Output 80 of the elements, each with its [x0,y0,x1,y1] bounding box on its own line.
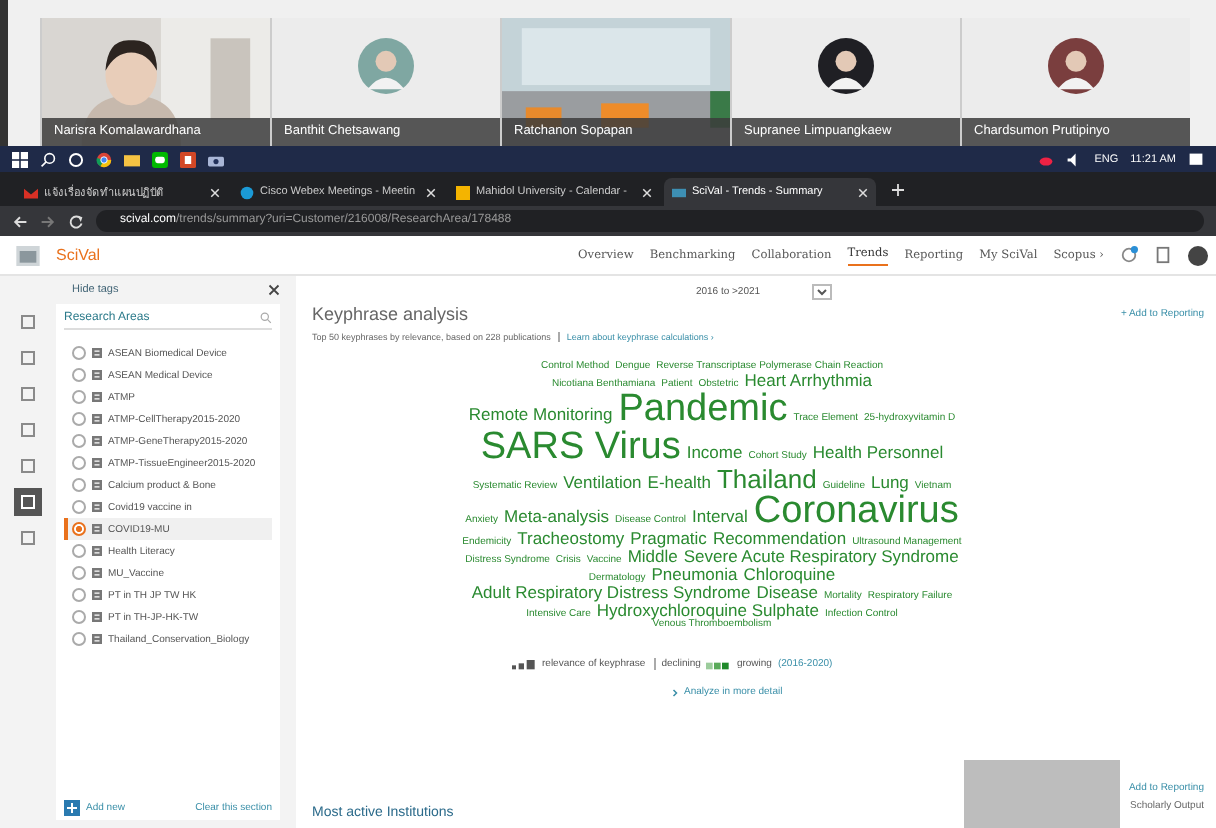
radio-button[interactable] [72,412,86,426]
keyphrase[interactable]: E-health [647,474,711,491]
tag-icon [92,458,102,468]
radio-button[interactable] [72,544,86,558]
keyphrase[interactable]: Coronavirus [753,492,959,530]
radio-button[interactable] [72,500,86,514]
slides-icon[interactable] [180,151,196,167]
tag-icon [92,612,102,622]
keyphrase[interactable]: Tracheostomy [517,530,625,547]
keyphrase[interactable]: Income [686,444,743,461]
back-icon[interactable] [12,213,28,229]
keyphrase[interactable]: Ventilation [563,474,642,491]
keyphrase[interactable]: Meta-analysis [504,508,609,525]
favicon-icon [672,185,686,199]
tag-icon [92,392,102,402]
radio-button[interactable] [72,346,86,360]
windows-icon[interactable] [12,151,28,167]
tag-icon [92,568,102,578]
avatar [358,38,414,94]
keyphrase[interactable]: SARS Virus [480,428,681,466]
keyphrase[interactable]: Adult Respiratory Distress Syndrome [471,584,751,601]
keyphrase[interactable]: Disease [756,584,818,601]
keyphrase[interactable]: Pneumonia [651,566,738,583]
tag-icon [92,436,102,446]
favicon-icon [24,185,38,199]
keyphrase[interactable]: Thailand [716,466,817,492]
tag-icon [92,546,102,556]
favicon-icon [240,185,254,199]
radio-button[interactable] [72,522,86,536]
search-icon[interactable] [40,151,56,167]
radio-button[interactable] [72,610,86,624]
tag-icon [92,502,102,512]
forward-icon[interactable] [40,213,56,229]
keyphrase[interactable]: Chloroquine [743,566,836,583]
section-heading: Keyphrase analysis [312,304,469,324]
keyphrase[interactable]: Health Personnel [812,444,944,461]
radio-button[interactable] [72,632,86,646]
keyphrase[interactable]: Heart Arrhythmia [744,372,873,389]
keyphrase[interactable]: Pandemic [618,390,788,428]
keyphrase[interactable]: Remote Monitoring [468,406,613,423]
camera-icon[interactable] [208,151,224,167]
tag-icon [92,634,102,644]
chat-icon[interactable] [152,151,168,167]
circle-icon[interactable] [68,151,84,167]
avatar [818,38,874,94]
new-tab-icon[interactable] [892,184,904,196]
color-scale-icon [706,658,731,670]
avatar [1048,38,1104,94]
keyphrase[interactable]: Interval [692,508,748,525]
keyphrase[interactable]: Pragmatic [630,530,707,547]
close-icon[interactable] [268,284,280,296]
tag-icon [92,414,102,424]
keyphrase[interactable]: Lung [870,474,909,491]
favicon-icon [456,185,470,199]
radio-button[interactable] [72,456,86,470]
tag-icon [92,590,102,600]
radio-button[interactable] [72,588,86,602]
sidebar-icon[interactable] [14,488,42,516]
radio-button[interactable] [72,566,86,580]
radio-button[interactable] [72,368,86,382]
size-scale-icon [512,658,536,670]
tag-icon [92,348,102,358]
keyphrase[interactable]: Middle [627,548,678,565]
user-avatar[interactable] [1188,245,1208,265]
radio-button[interactable] [72,434,86,448]
tag-icon [92,480,102,490]
add-button[interactable] [64,800,80,816]
keyphrase[interactable]: Severe Acute Respiratory Syndrome [683,548,959,565]
radio-button[interactable] [72,390,86,404]
keyphrase[interactable]: Recommendation [712,530,847,547]
radio-button[interactable] [72,478,86,492]
dropdown-button[interactable] [812,284,833,300]
app-logo: SciVal [56,246,101,264]
chrome-icon[interactable] [96,151,112,167]
tag-icon [92,370,102,380]
reload-icon[interactable] [68,213,84,229]
help-icon[interactable] [1120,246,1138,264]
chevron-icon [672,687,678,697]
keyphrase[interactable]: Hydroxychloroquine Sulphate [596,602,819,619]
tag-icon [92,524,102,534]
